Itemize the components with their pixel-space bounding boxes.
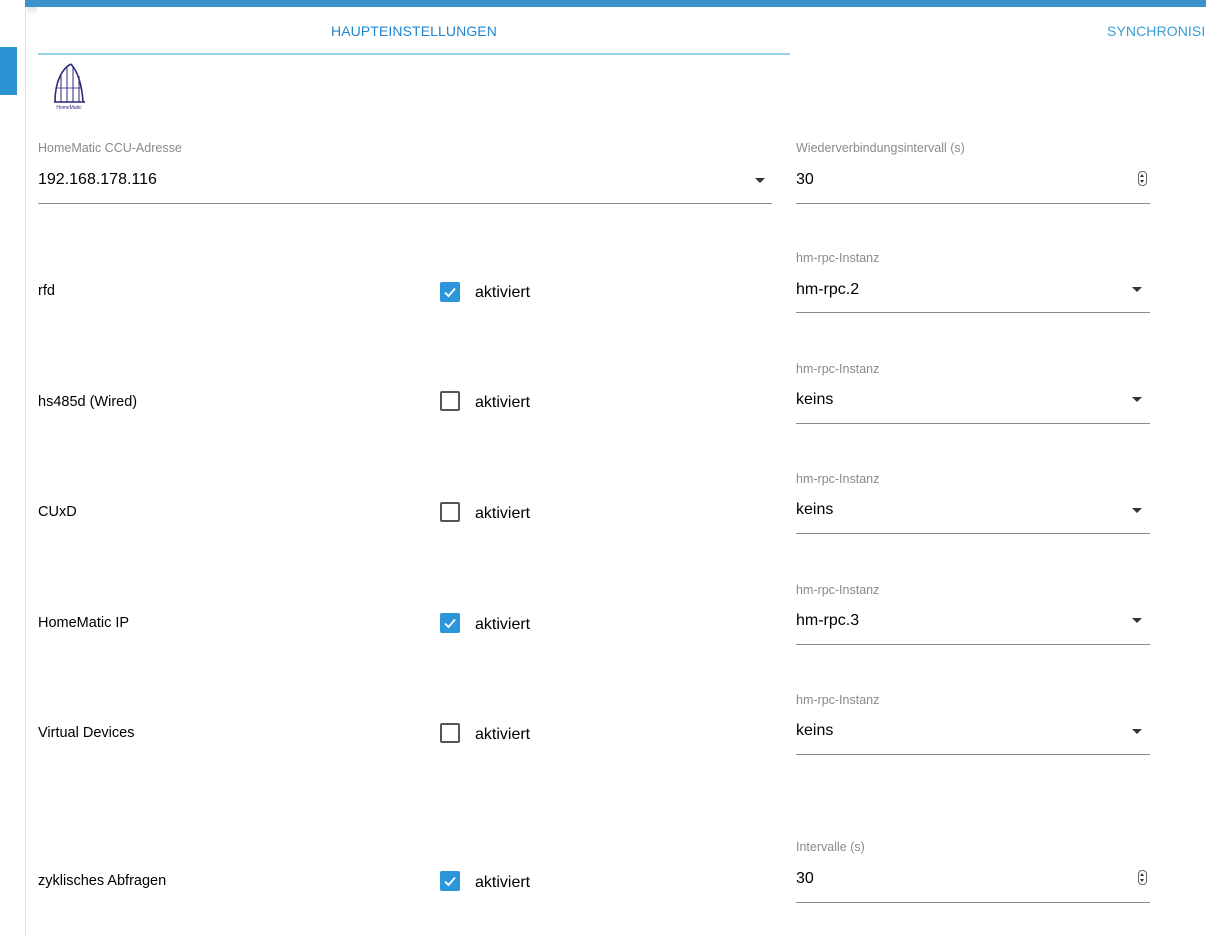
chevron-down-icon[interactable] [1132, 618, 1142, 623]
number-spinner-icon[interactable] [1138, 870, 1147, 885]
instance-label: hm-rpc-Instanz [796, 693, 880, 707]
polling-interval-input[interactable]: 30 [796, 870, 814, 888]
check-icon [444, 876, 456, 887]
reconnect-interval-input[interactable]: 30 [796, 171, 814, 189]
left-sidebar-strip [0, 0, 26, 936]
ccu-address-value[interactable]: 192.168.178.116 [38, 171, 157, 189]
row-label-homematic-ip: HomeMatic IP [38, 615, 130, 631]
chevron-down-icon[interactable] [1132, 508, 1142, 513]
instance-select-rfd[interactable]: hm-rpc.2 [796, 281, 859, 299]
checkbox-cuxd[interactable] [440, 502, 460, 522]
tab-synchronisierung[interactable]: SYNCHRONISIE [1107, 8, 1206, 54]
check-icon [444, 618, 456, 629]
polling-interval-underline [796, 902, 1150, 903]
reconnect-interval-label: Wiederverbindungsintervall (s) [796, 141, 965, 155]
chevron-down-icon[interactable] [1132, 397, 1142, 402]
chevron-down-icon[interactable] [1132, 287, 1142, 292]
checkbox-label[interactable]: aktiviert [475, 616, 530, 634]
row-label-virtual-devices: Virtual Devices [38, 725, 135, 741]
instance-underline [796, 754, 1150, 755]
top-accent-bar [25, 0, 1206, 7]
row-label-cuxd: CUxD [38, 504, 77, 520]
tab-label: SYNCHRONISIE [1107, 23, 1206, 39]
checkbox-polling[interactable] [440, 871, 460, 891]
checkbox-homematic-ip[interactable] [440, 613, 460, 633]
checkbox-label[interactable]: aktiviert [475, 284, 530, 302]
ccu-address-underline [38, 203, 772, 204]
row-label-rfd: rfd [38, 283, 55, 299]
reconnect-interval-underline [796, 203, 1150, 204]
instance-underline [796, 423, 1150, 424]
polling-interval-label: Intervalle (s) [796, 840, 865, 854]
instance-label: hm-rpc-Instanz [796, 472, 880, 486]
checkbox-label[interactable]: aktiviert [475, 505, 530, 523]
logo-text: HomeMatic [56, 105, 82, 111]
homematic-logo: HomeMatic [51, 62, 89, 112]
checkbox-label[interactable]: aktiviert [475, 726, 530, 744]
checkbox-virtual-devices[interactable] [440, 723, 460, 743]
active-tab-indicator [38, 53, 790, 55]
tab-haupteinstellungen[interactable]: HAUPTEINSTELLUNGEN [38, 8, 790, 54]
instance-underline [796, 644, 1150, 645]
ccu-address-label: HomeMatic CCU-Adresse [38, 141, 182, 155]
instance-label: hm-rpc-Instanz [796, 583, 880, 597]
instance-select-virtual-devices[interactable]: keins [796, 722, 833, 740]
number-spinner-icon[interactable] [1138, 171, 1147, 186]
instance-label: hm-rpc-Instanz [796, 251, 880, 265]
tab-label: HAUPTEINSTELLUNGEN [331, 23, 497, 39]
sidebar-active-marker[interactable] [0, 47, 17, 95]
instance-underline [796, 533, 1150, 534]
row-label-polling: zyklisches Abfragen [38, 873, 167, 889]
row-label-hs485d: hs485d (Wired) [38, 394, 138, 410]
instance-select-homematic-ip[interactable]: hm-rpc.3 [796, 612, 859, 630]
instance-select-cuxd[interactable]: keins [796, 501, 833, 519]
chevron-down-icon[interactable] [1132, 729, 1142, 734]
checkbox-hs485d[interactable] [440, 391, 460, 411]
checkbox-label[interactable]: aktiviert [475, 394, 530, 412]
check-icon [444, 287, 456, 298]
instance-label: hm-rpc-Instanz [796, 362, 880, 376]
instance-select-hs485d[interactable]: keins [796, 391, 833, 409]
checkbox-label[interactable]: aktiviert [475, 874, 530, 892]
checkbox-rfd[interactable] [440, 282, 460, 302]
chevron-down-icon[interactable] [755, 178, 765, 183]
instance-underline [796, 312, 1150, 313]
